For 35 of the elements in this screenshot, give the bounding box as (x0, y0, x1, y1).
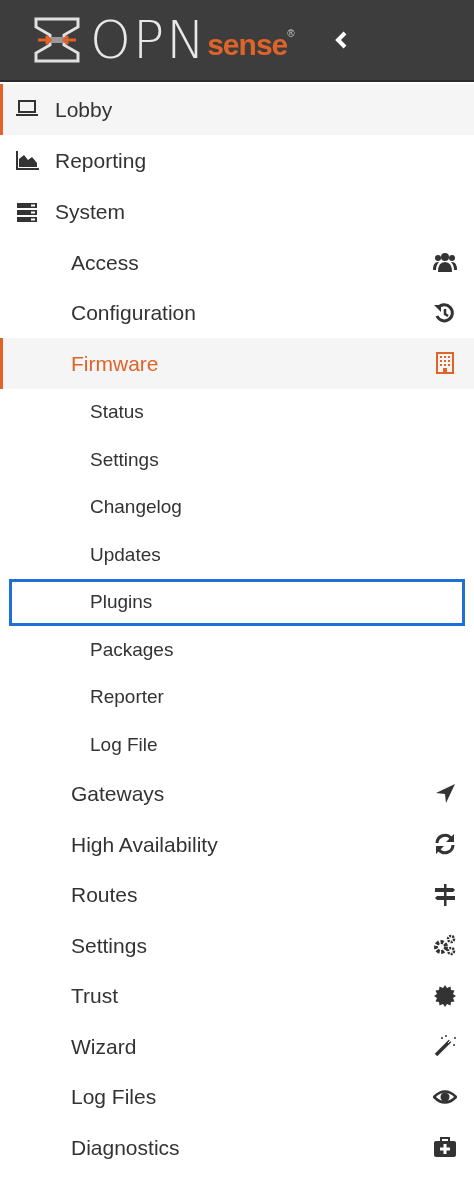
submenu-item[interactable]: Settings (9, 436, 465, 484)
certificate-icon (433, 983, 457, 1008)
menu-item[interactable]: Routes (0, 869, 474, 920)
submenu-item[interactable]: Status (9, 388, 465, 436)
menu-item[interactable]: Access (0, 237, 474, 288)
menu-item[interactable]: Diagnostics (0, 1122, 474, 1173)
users-icon (433, 250, 457, 275)
menu-item[interactable]: Settings (0, 920, 474, 971)
area-chart-icon (15, 148, 39, 173)
magic-wand-icon (433, 1034, 457, 1059)
signpost-icon (433, 882, 457, 907)
menu-item[interactable]: Wizard (0, 1021, 474, 1072)
medkit-icon (433, 1135, 457, 1160)
submenu-item[interactable]: Plugins (9, 578, 465, 626)
submenu-item[interactable]: Packages (9, 626, 465, 674)
logo-text: OPN (90, 14, 208, 66)
logo-icon (32, 15, 82, 65)
menu-item[interactable]: Log Files (0, 1071, 474, 1122)
submenu-item[interactable]: Updates (9, 531, 465, 579)
cogs-icon (433, 933, 457, 958)
submenu-item[interactable]: Changelog (9, 483, 465, 531)
menu-item[interactable]: System (0, 186, 474, 237)
history-icon (433, 300, 457, 325)
registered-mark: ® (287, 27, 295, 41)
menu-item[interactable]: Reporting (0, 135, 474, 186)
menu-item[interactable]: Gateways (0, 768, 474, 819)
submenu-item[interactable]: Log File (9, 721, 465, 769)
logo-text-accent: sense (207, 30, 288, 60)
building-icon (433, 351, 457, 376)
menu-item[interactable]: Trust (0, 970, 474, 1021)
menu-item[interactable]: Configuration (0, 287, 474, 338)
menu-item[interactable]: Lobby (0, 84, 474, 135)
refresh-icon (433, 832, 457, 857)
menu-item[interactable]: High Availability (0, 819, 474, 870)
submenu-item[interactable]: Reporter (9, 673, 465, 721)
